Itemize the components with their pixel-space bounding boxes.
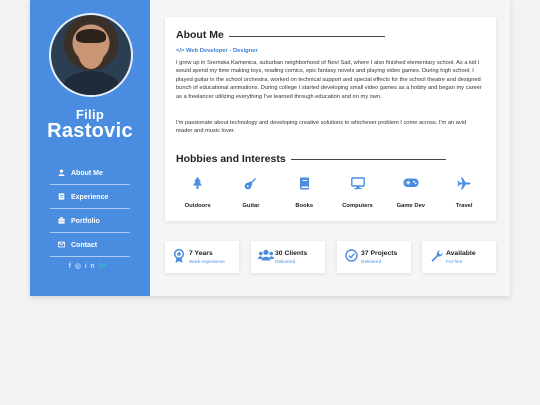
wrench-icon — [429, 249, 443, 265]
gamepad-icon — [384, 177, 437, 193]
instagram-icon[interactable]: ◎ — [75, 263, 85, 270]
about-title-underline — [229, 36, 385, 37]
hobbies-title: Hobbies and Interests — [176, 153, 286, 165]
sidebar-item-portfolio[interactable]: Portfolio — [50, 210, 130, 233]
last-name: Rastovic — [47, 120, 133, 142]
hobby-outdoors: Outdoors — [171, 177, 224, 209]
sidebar: Filip Rastovic About Me Experience Portf… — [30, 0, 150, 296]
monitor-icon — [331, 177, 384, 193]
avatar — [49, 13, 133, 97]
sidebar-item-about[interactable]: About Me — [50, 162, 130, 185]
role-subtitle: </> Web Developer - Designer — [176, 48, 258, 54]
sidebar-item-label: Contact — [71, 241, 98, 249]
sidebar-item-experience[interactable]: Experience — [50, 186, 130, 209]
sidebar-item-label: Portfolio — [71, 217, 100, 225]
sidebar-nav: About Me Experience Portfolio Contact — [50, 162, 130, 258]
social-links: f◎in🐦 — [30, 262, 150, 270]
stat-card-clients: 30 Clients Delivered — [251, 241, 325, 273]
briefcase-icon — [56, 216, 66, 226]
hobby-travel: Travel — [437, 177, 490, 209]
book-icon — [278, 177, 331, 193]
award-icon — [172, 248, 186, 265]
guitar-icon — [224, 177, 277, 193]
envelope-icon — [56, 241, 66, 250]
about-paragraph-1: I grew up in Sremska Kamenica, suburban … — [176, 60, 482, 100]
linkedin-icon[interactable]: in — [85, 263, 98, 270]
plane-icon — [437, 177, 490, 193]
hobby-game-dev: Game Dev — [384, 177, 437, 209]
about-title: About Me — [176, 29, 224, 41]
sidebar-item-label: Experience — [71, 193, 109, 201]
stat-card-experience: 7 Years Work experience — [165, 241, 239, 273]
code-icon: </> — [176, 48, 185, 54]
check-circle-icon — [344, 249, 358, 265]
hobby-books: Books — [278, 177, 331, 209]
user-icon — [56, 168, 66, 178]
stat-card-projects: 37 Projects Delivered — [337, 241, 411, 273]
stat-card-availability: Available For hire — [422, 241, 496, 273]
users-icon — [258, 249, 274, 265]
about-panel: About Me </> Web Developer - Designer I … — [165, 17, 496, 221]
hobbies-list: Outdoors Guitar Books Computers Game Dev… — [171, 177, 491, 209]
about-paragraph-2: I'm passionate about technology and deve… — [176, 120, 467, 135]
sidebar-item-contact[interactable]: Contact — [50, 234, 130, 257]
sidebar-item-label: About Me — [71, 169, 103, 177]
hobbies-title-underline — [291, 159, 446, 160]
hobby-computers: Computers — [331, 177, 384, 209]
tree-icon — [171, 177, 224, 193]
hobby-guitar: Guitar — [224, 177, 277, 209]
id-card-icon — [56, 192, 66, 202]
twitter-icon[interactable]: 🐦 — [98, 263, 111, 270]
resume-card: Filip Rastovic About Me Experience Portf… — [30, 0, 510, 296]
